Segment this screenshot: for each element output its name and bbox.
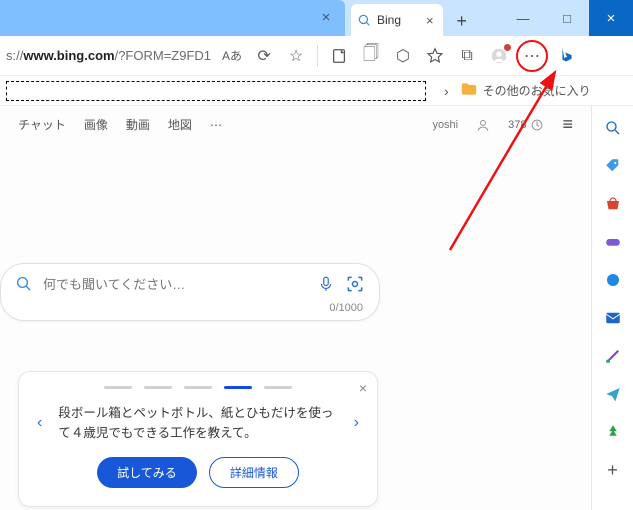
bing-logo-icon — [556, 45, 578, 67]
char-counter: 0/1000 — [329, 302, 363, 314]
hamburger-menu[interactable]: ≡ — [562, 114, 573, 135]
window-close-button[interactable]: × — [589, 0, 633, 36]
notification-dot — [504, 44, 511, 51]
background-tab[interactable]: × — [0, 0, 345, 36]
bing-search-box[interactable]: 0/1000 — [0, 263, 380, 321]
extensions-button[interactable]: ⬡ — [388, 41, 418, 71]
sidebar-shopping-icon[interactable] — [603, 194, 623, 214]
folder-icon[interactable] — [461, 82, 477, 100]
minimize-button[interactable]: — — [501, 0, 545, 36]
divider — [317, 45, 318, 67]
star-icon — [426, 47, 444, 65]
content-area: チャット 画像 動画 地図 ⋯ yoshi 378 ≡ 0/1000 — [0, 106, 633, 510]
address-bar[interactable]: s://www.bing.com/?FORM=Z9FD1 — [6, 48, 211, 63]
page-viewport: チャット 画像 動画 地図 ⋯ yoshi 378 ≡ 0/1000 — [0, 106, 591, 510]
search-icon — [15, 275, 33, 293]
nav-videos[interactable]: 動画 — [126, 116, 150, 133]
user-icon — [476, 118, 490, 132]
browser-toolbar: s://www.bing.com/?FORM=Z9FD1 Aあ ⟳ ☆ 🗍 ⬡ … — [0, 36, 633, 76]
card-next-button[interactable]: › — [350, 410, 363, 436]
card-prev-button[interactable]: ‹ — [33, 410, 46, 436]
new-tab-button[interactable]: + — [447, 6, 477, 36]
rewards-points[interactable]: 378 — [508, 118, 544, 132]
sidebar-send-icon[interactable] — [603, 384, 623, 404]
card-close-button[interactable]: × — [359, 380, 367, 396]
sidebar-search-icon[interactable] — [603, 118, 623, 138]
sidebar-edge-icon[interactable] — [603, 270, 623, 290]
visual-search-icon[interactable] — [345, 274, 365, 294]
translate-button[interactable]: Aあ — [217, 41, 247, 71]
other-bookmarks-label[interactable]: その他のお気に入り — [483, 82, 591, 99]
bing-sidebar-button[interactable] — [552, 41, 582, 71]
settings-more-button[interactable]: ⋯ — [516, 40, 548, 72]
window-controls: — □ × — [501, 0, 633, 36]
sidebar-drop-icon[interactable] — [603, 422, 623, 442]
collections-button[interactable]: ⧉ — [452, 41, 482, 71]
title-bar: × Bing × + — □ × — [0, 0, 633, 36]
active-tab[interactable]: Bing × — [351, 4, 443, 36]
tab-title: Bing — [377, 13, 401, 27]
suggestion-card: × ‹ 段ボール箱とペットボトル、紙とひもだけを使って４歳児でもできる工作を教え… — [18, 371, 378, 507]
selection-marquee — [6, 81, 426, 101]
sidebar-tools-icon[interactable] — [603, 346, 623, 366]
favorite-button[interactable]: ☆ — [281, 41, 311, 71]
card-text: 段ボール箱とペットボトル、紙とひもだけを使って４歳児でもできる工作を教えて。 — [54, 403, 341, 443]
trophy-icon — [530, 118, 544, 132]
split-screen-button[interactable] — [324, 41, 354, 71]
page-icon — [330, 47, 348, 65]
search-input[interactable] — [43, 277, 307, 292]
nav-maps[interactable]: 地図 — [168, 116, 192, 133]
bing-favicon-icon — [357, 13, 371, 27]
details-button[interactable]: 詳細情報 — [209, 457, 299, 488]
nav-images[interactable]: 画像 — [84, 116, 108, 133]
sidebar-games-icon[interactable] — [603, 232, 623, 252]
sidebar-tag-icon[interactable] — [603, 156, 623, 176]
favorites-hub-button[interactable] — [420, 41, 450, 71]
edge-sidebar: + — [591, 106, 633, 510]
chevron-right-icon[interactable]: › — [438, 83, 455, 99]
bing-nav: チャット 画像 動画 地図 ⋯ yoshi 378 ≡ — [0, 106, 591, 143]
sidebar-add-button[interactable]: + — [603, 460, 623, 480]
carousel-indicator — [33, 386, 363, 389]
try-button[interactable]: 試してみる — [97, 457, 197, 488]
maximize-button[interactable]: □ — [545, 0, 589, 36]
nav-more[interactable]: ⋯ — [210, 118, 222, 132]
bookmarks-bar: › その他のお気に入り — [0, 76, 633, 106]
read-aloud-button[interactable]: ⟳ — [249, 41, 279, 71]
microphone-icon[interactable] — [317, 275, 335, 293]
tab-close-button[interactable]: × — [423, 13, 437, 28]
profile-button[interactable] — [484, 41, 514, 71]
close-icon[interactable]: × — [317, 8, 335, 26]
nav-chat[interactable]: チャット — [18, 116, 66, 133]
user-name[interactable]: yoshi — [432, 119, 458, 131]
sidebar-outlook-icon[interactable] — [603, 308, 623, 328]
screenshot-button[interactable]: 🗍 — [356, 41, 386, 71]
